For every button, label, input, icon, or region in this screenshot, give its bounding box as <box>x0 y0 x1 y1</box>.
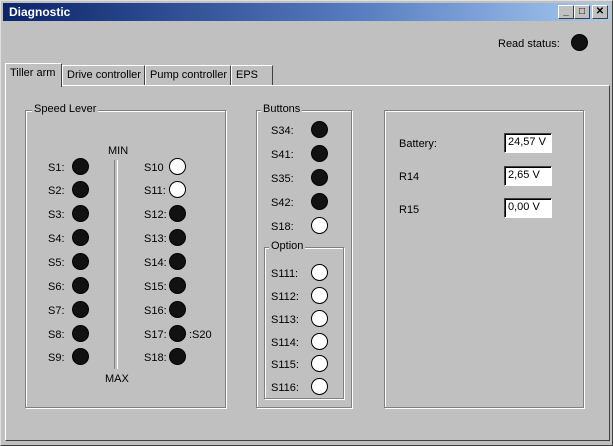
switch-led <box>72 253 89 270</box>
speed-lever-title: Speed Lever <box>32 103 99 115</box>
switch-led <box>72 158 89 175</box>
option-label: S111: <box>271 268 299 280</box>
close-button[interactable]: ✕ <box>592 5 608 19</box>
switch-led <box>169 205 186 222</box>
switch-label: S1: <box>48 162 65 174</box>
switch-label: S14: <box>144 257 167 269</box>
switch-label: S5: <box>48 257 65 269</box>
speed-lever-track <box>114 160 118 369</box>
option-led <box>311 287 328 304</box>
buttons-group: Buttons S34: S41: S35: S42: S18: Option … <box>256 103 352 408</box>
switch-label: S10 <box>144 162 164 174</box>
speed-lever-group: Speed Lever MIN MAX S1: S2: S3: S4: S5: … <box>25 103 226 408</box>
switch-label: S17: <box>144 329 167 341</box>
tab-pump-controller[interactable]: Pump controller <box>145 65 231 85</box>
tab-drive-controller[interactable]: Drive controller <box>62 65 145 85</box>
option-led <box>311 378 328 395</box>
lever-max-label: MAX <box>105 373 129 385</box>
button-led <box>311 217 328 234</box>
option-label: S116: <box>271 382 299 394</box>
switch-label: S7: <box>48 305 65 317</box>
switch-led <box>169 229 186 246</box>
switch-led <box>72 205 89 222</box>
switch-led <box>169 325 186 342</box>
switch-label: S8: <box>48 329 65 341</box>
switch-label: S3: <box>48 209 65 221</box>
button-label: S34: <box>271 125 294 137</box>
button-label: S42: <box>271 197 294 209</box>
switch-led <box>72 277 89 294</box>
tab-eps[interactable]: EPS <box>231 65 273 85</box>
switch-led <box>72 229 89 246</box>
option-title: Option <box>269 240 306 252</box>
switch-label: S4: <box>48 233 65 245</box>
switch-led <box>169 253 186 270</box>
button-label: S41: <box>271 149 294 161</box>
switch-led <box>72 301 89 318</box>
button-led <box>311 169 328 186</box>
switch-led <box>169 158 186 175</box>
lever-min-label: MIN <box>108 145 129 157</box>
buttons-title: Buttons <box>261 103 303 115</box>
battery-label: Battery: <box>399 138 437 150</box>
option-label: S115: <box>271 359 299 371</box>
button-led <box>311 121 328 138</box>
option-led <box>311 333 328 350</box>
switch-led <box>169 277 186 294</box>
option-led <box>311 310 328 327</box>
button-label: S35: <box>271 173 294 185</box>
switch-led <box>72 325 89 342</box>
switch-suffix-label: :S20 <box>189 329 212 341</box>
switch-led <box>169 181 186 198</box>
tiller-arm-panel: Speed Lever MIN MAX S1: S2: S3: S4: S5: … <box>5 85 610 441</box>
switch-led <box>72 181 89 198</box>
switch-label: S13: <box>144 233 167 245</box>
switch-label: S12: <box>144 209 167 221</box>
option-label: S112: <box>271 291 299 303</box>
switch-label: S15: <box>144 281 167 293</box>
switch-led <box>169 348 186 365</box>
switch-led <box>169 301 186 318</box>
read-status-led <box>571 34 588 51</box>
switch-label: S18: <box>144 352 167 364</box>
button-label: S18: <box>271 221 294 233</box>
option-label: S113: <box>271 314 299 326</box>
minimize-button[interactable]: _ <box>558 5 574 19</box>
window-title: Diagnostic <box>9 5 71 19</box>
switch-label: S9: <box>48 352 65 364</box>
switch-label: S2: <box>48 185 65 197</box>
button-led <box>311 145 328 162</box>
r14-value-field[interactable]: 2,65 V <box>504 166 552 186</box>
title-bar[interactable]: Diagnostic _ □ ✕ <box>3 3 610 21</box>
tab-tiller-arm[interactable]: Tiller arm <box>5 63 62 87</box>
option-led <box>311 355 328 372</box>
switch-led <box>72 348 89 365</box>
measurements-group: Battery: 24,57 V R14 2,65 V R15 0,00 V <box>384 110 584 408</box>
diagnostic-window: Diagnostic _ □ ✕ Read status: Tiller arm… <box>0 0 613 446</box>
option-led <box>311 264 328 281</box>
option-group: Option S111: S112: S113: S114: S115: S11… <box>264 240 344 399</box>
r15-value-field[interactable]: 0,00 V <box>504 198 552 218</box>
switch-label: S11: <box>144 185 166 197</box>
read-status-label: Read status: <box>498 38 560 50</box>
maximize-button[interactable]: □ <box>574 5 590 19</box>
switch-label: S16: <box>144 305 167 317</box>
battery-value-field[interactable]: 24,57 V <box>504 133 552 153</box>
switch-label: S6: <box>48 281 65 293</box>
r14-label: R14 <box>399 171 420 183</box>
option-label: S114: <box>271 337 299 349</box>
button-led <box>311 193 328 210</box>
r15-label: R15 <box>399 204 420 216</box>
